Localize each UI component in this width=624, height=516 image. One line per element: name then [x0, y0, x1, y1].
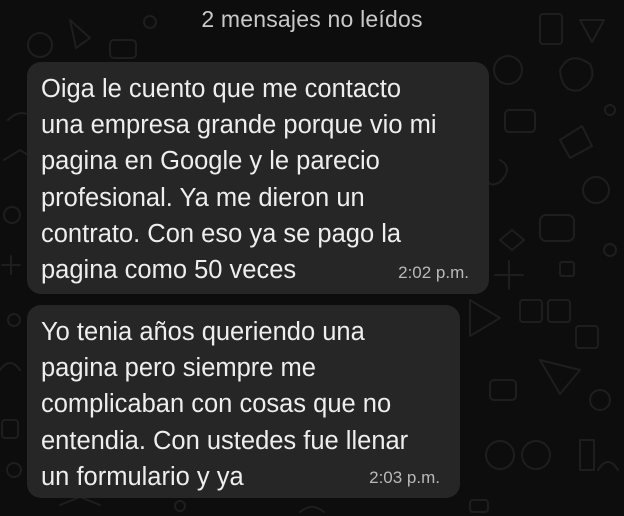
message-bubble[interactable]: Yo tenia años queriendo una pagina pero … [27, 305, 460, 498]
message-timestamp: 2:03 p.m. [369, 468, 440, 487]
message-text: Oiga le cuento que me contacto una empre… [41, 75, 437, 285]
message-text: Yo tenia años queriendo una pagina pero … [41, 318, 409, 491]
chat-screen: 2 mensajes no leídos Oiga le cuento que … [0, 0, 624, 516]
unread-messages-banner: 2 mensajes no leídos [201, 6, 423, 32]
message-timestamp: 2:02 p.m. [398, 263, 469, 282]
message-bubble[interactable]: Oiga le cuento que me contacto una empre… [27, 62, 489, 294]
